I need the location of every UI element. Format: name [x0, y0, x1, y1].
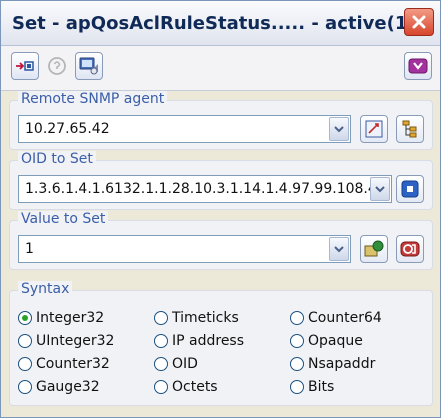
- value-text: 1: [25, 241, 34, 257]
- oid-legend: OID to Set: [18, 151, 96, 167]
- radio-button[interactable]: [154, 357, 168, 371]
- radio-label: OID: [172, 356, 198, 372]
- radio-label: Counter64: [308, 310, 382, 326]
- radio-label: Counter32: [36, 356, 110, 372]
- help-icon: [48, 57, 66, 75]
- agent-group: Remote SNMP agent 10.27.65.42: [9, 91, 433, 150]
- radio-label: Opaque: [308, 333, 363, 349]
- syntax-group: Syntax Integer32 Timeticks Counter64 UIn…: [9, 281, 433, 406]
- radio-label: UInteger32: [36, 333, 115, 349]
- monitor-button[interactable]: [75, 52, 103, 80]
- agent-properties-button[interactable]: [360, 115, 388, 143]
- close-icon: [412, 15, 426, 29]
- radio-label: Bits: [308, 379, 335, 395]
- radio-button[interactable]: [154, 311, 168, 325]
- radio-counter64[interactable]: Counter64: [290, 310, 382, 326]
- radio-gauge32[interactable]: Gauge32: [18, 379, 100, 395]
- oid-combo[interactable]: 1.3.6.1.4.1.6132.1.1.28.10.3.1.14.1.4.97…: [18, 175, 392, 203]
- oid-browse-button[interactable]: [396, 175, 424, 203]
- agent-properties-icon: [365, 120, 383, 138]
- agent-combo[interactable]: 10.27.65.42: [18, 115, 351, 143]
- radio-button[interactable]: [154, 380, 168, 394]
- radio-button[interactable]: [18, 357, 32, 371]
- value-set-button[interactable]: [396, 235, 424, 263]
- close-button[interactable]: [404, 8, 434, 36]
- radio-button[interactable]: [18, 380, 32, 394]
- edit-icon: [364, 240, 384, 257]
- radio-counter32[interactable]: Counter32: [18, 356, 110, 372]
- radio-ip-address[interactable]: IP address: [154, 333, 244, 349]
- radio-button[interactable]: [290, 357, 304, 371]
- radio-button[interactable]: [290, 311, 304, 325]
- agent-value: 10.27.65.42: [25, 121, 110, 137]
- radio-timeticks[interactable]: Timeticks: [154, 310, 239, 326]
- connect-icon: [16, 61, 34, 71]
- chevron-down-icon: [334, 246, 344, 253]
- value-edit-button[interactable]: [360, 235, 388, 263]
- agent-legend: Remote SNMP agent: [18, 91, 168, 107]
- help-button[interactable]: [43, 52, 71, 80]
- connect-button[interactable]: [11, 52, 39, 80]
- radio-label: IP address: [172, 333, 245, 349]
- set-dialog: Set - apQosAclRuleStatus..... - active(1…: [0, 0, 441, 418]
- radio-oid[interactable]: OID: [154, 356, 198, 372]
- export-icon: [408, 58, 428, 74]
- value-legend: Value to Set: [18, 211, 109, 227]
- radio-label: Octets: [172, 379, 218, 395]
- radio-label: Integer32: [36, 310, 105, 326]
- oid-group: OID to Set 1.3.6.1.4.1.6132.1.1.28.10.3.…: [9, 151, 433, 210]
- agent-dropdown-button[interactable]: [329, 117, 349, 141]
- tree-icon: [402, 120, 417, 138]
- radio-nsapaddr[interactable]: Nsapaddr: [290, 356, 375, 372]
- title-bar[interactable]: Set - apQosAclRuleStatus..... - active(1…: [1, 1, 440, 46]
- window-title: Set - apQosAclRuleStatus..... - active(1…: [12, 13, 416, 34]
- set-icon: [400, 241, 420, 257]
- radio-uinteger32[interactable]: UInteger32: [18, 333, 114, 349]
- syntax-legend: Syntax: [18, 281, 73, 297]
- radio-label: Timeticks: [172, 310, 239, 326]
- radio-bits[interactable]: Bits: [290, 379, 334, 395]
- export-button[interactable]: [404, 52, 432, 80]
- radio-opaque[interactable]: Opaque: [290, 333, 363, 349]
- chevron-down-icon: [375, 186, 385, 193]
- radio-label: Gauge32: [36, 379, 100, 395]
- chevron-down-icon: [334, 126, 344, 133]
- stop-icon: [401, 180, 419, 198]
- radio-button[interactable]: [18, 334, 32, 348]
- radio-integer32[interactable]: Integer32: [18, 310, 104, 326]
- value-dropdown-button[interactable]: [329, 237, 349, 261]
- oid-dropdown-button[interactable]: [370, 177, 390, 201]
- value-group: Value to Set 1: [9, 211, 433, 270]
- radio-button[interactable]: [290, 380, 304, 394]
- value-combo[interactable]: 1: [18, 235, 351, 263]
- radio-button[interactable]: [154, 334, 168, 348]
- agent-tree-button[interactable]: [396, 115, 424, 143]
- toolbar: [1, 46, 440, 91]
- radio-button[interactable]: [290, 334, 304, 348]
- monitor-icon: [79, 57, 98, 75]
- radio-octets[interactable]: Octets: [154, 379, 218, 395]
- oid-value: 1.3.6.1.4.1.6132.1.1.28.10.3.1.14.1.4.97…: [25, 181, 371, 197]
- radio-button-selected[interactable]: [18, 311, 32, 325]
- radio-label: Nsapaddr: [308, 356, 376, 372]
